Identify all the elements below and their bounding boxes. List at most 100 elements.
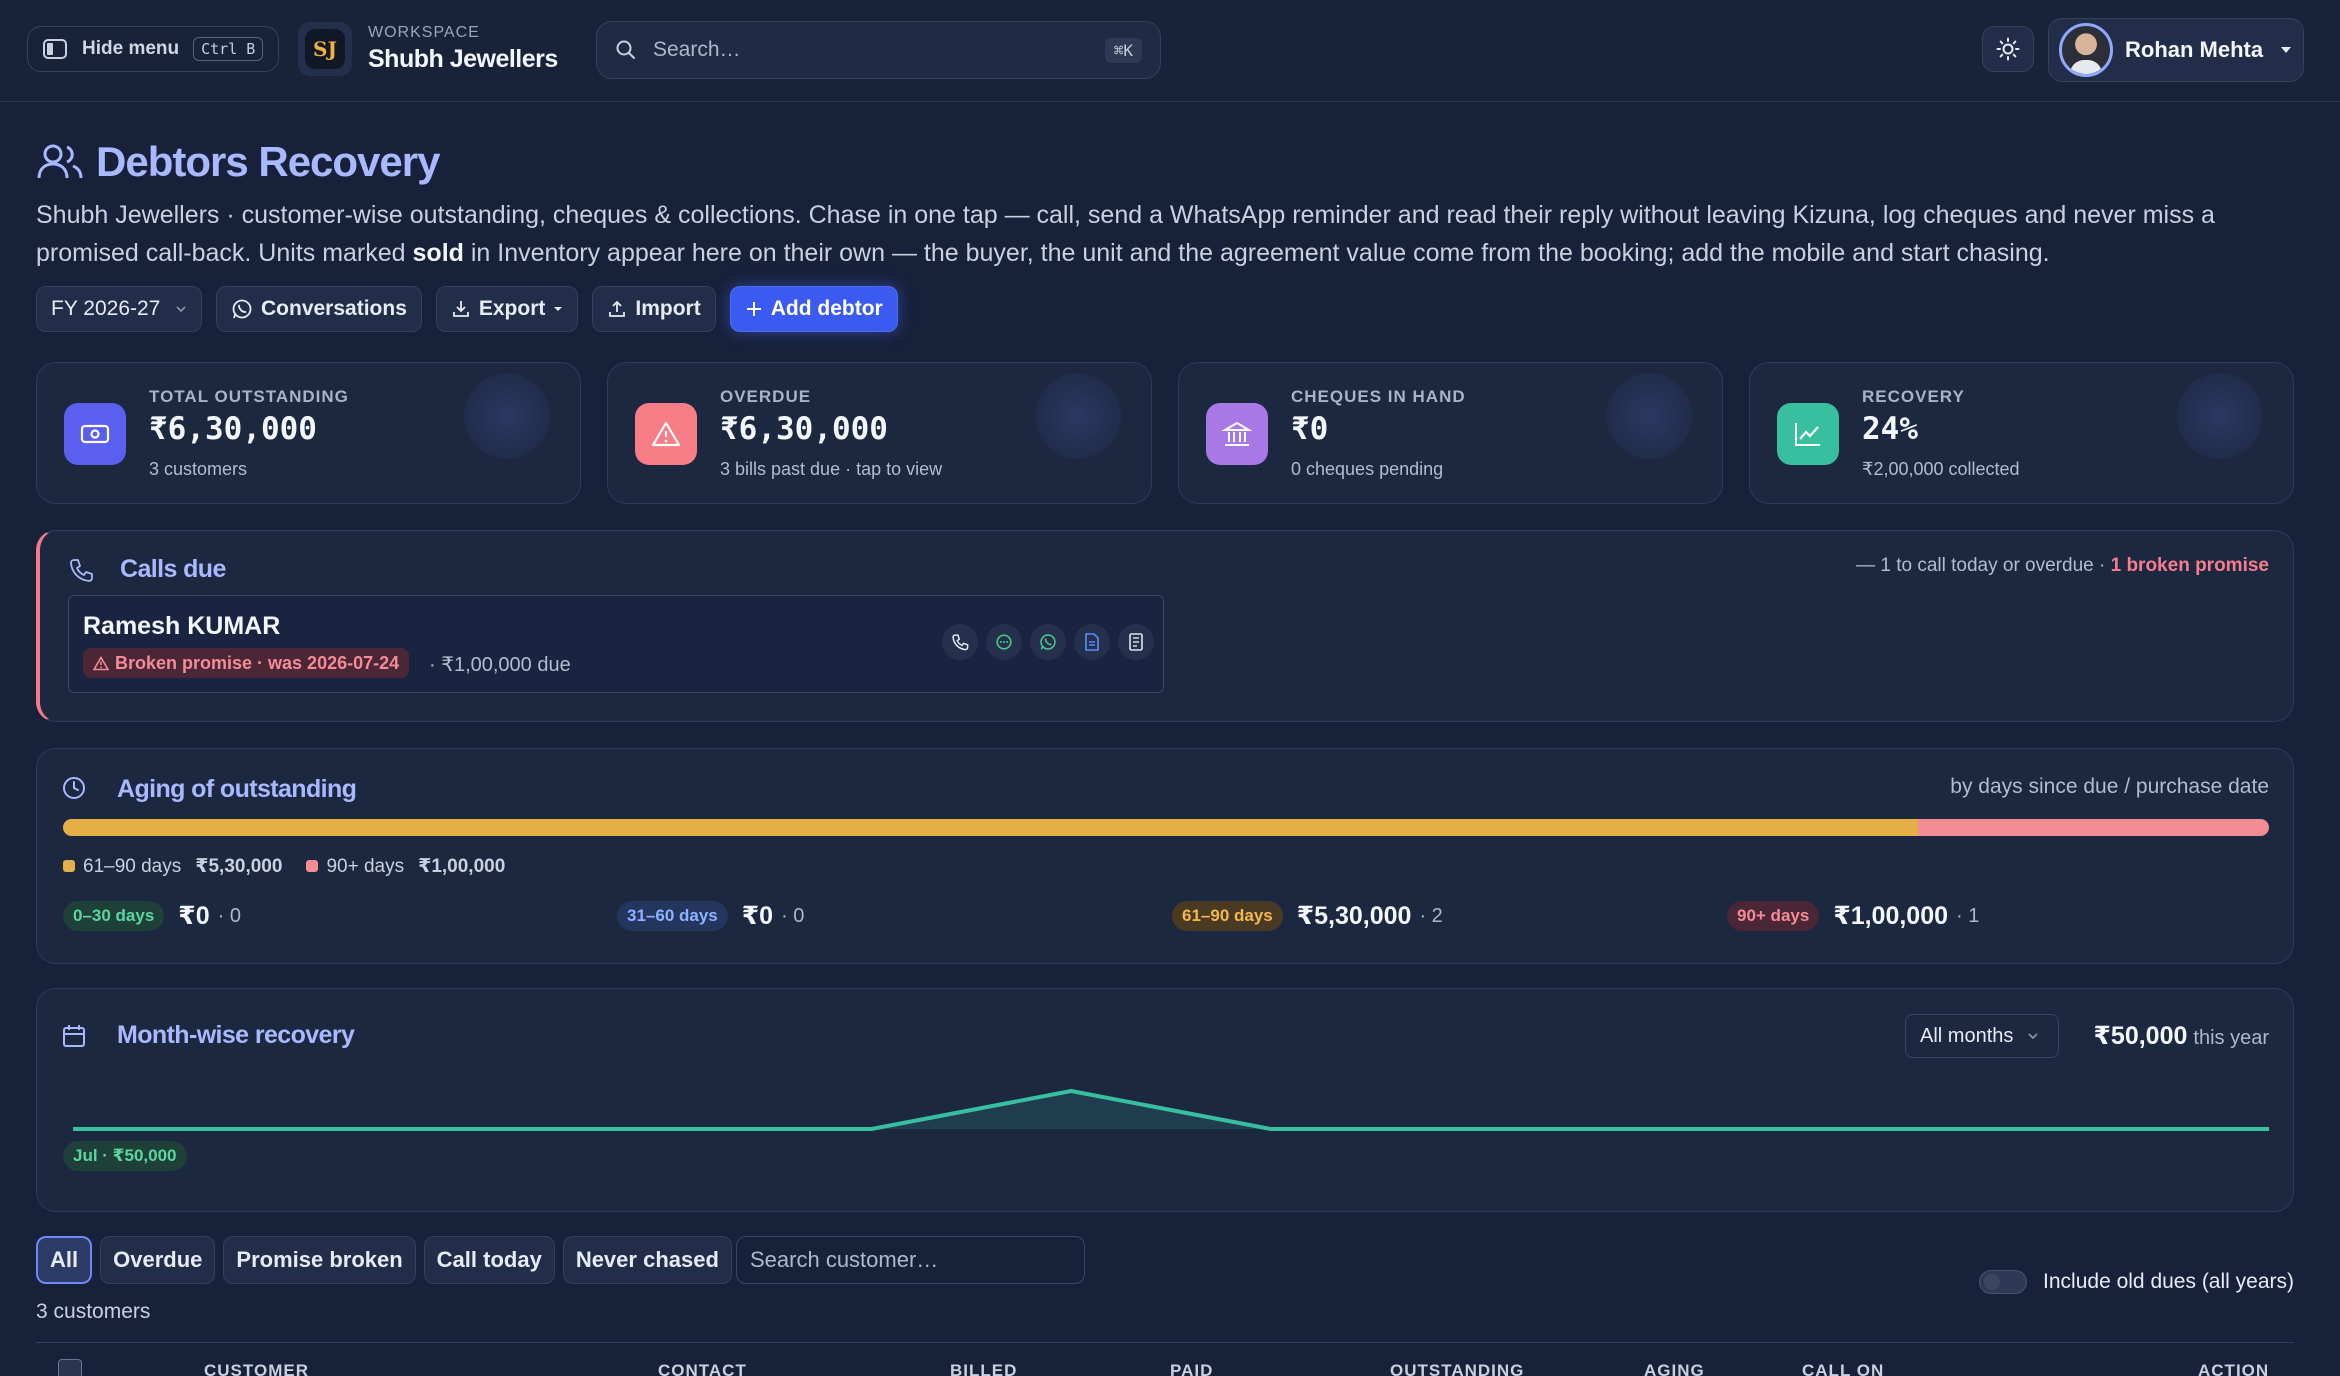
stat-label: TOTAL OUTSTANDING	[149, 387, 349, 406]
ledger-button[interactable]	[1118, 624, 1154, 660]
plus-icon	[746, 302, 761, 316]
include-old-dues[interactable]: Include old dues (all years)	[1979, 1270, 2294, 1294]
sms-button[interactable]	[986, 624, 1022, 660]
month-recovery-title: Month-wise recovery	[117, 1021, 355, 1049]
aging-bucket-0-30[interactable]: 0–30 days ₹0 · 0	[63, 901, 241, 931]
filter-call-today[interactable]: Call today	[423, 1236, 555, 1284]
card-glow	[464, 373, 550, 459]
search-shortcut: ⌘K	[1104, 37, 1142, 63]
stat-card-cheques-in-hand[interactable]: CHEQUES IN HAND ₹0 0 cheques pending	[1178, 362, 1723, 504]
trend-icon	[1777, 403, 1839, 465]
global-search[interactable]: Search… ⌘K	[596, 21, 1161, 79]
legend-amount: ₹1,00,000	[418, 856, 506, 877]
chevron-down-icon	[2028, 1033, 2038, 1040]
page-title-row: Debtors Recovery	[36, 138, 440, 186]
search-placeholder: Search…	[653, 38, 741, 61]
hide-menu-button[interactable]: Hide menu Ctrl B	[27, 26, 279, 72]
whatsapp-icon	[1040, 634, 1056, 650]
aging-bucket-61-90[interactable]: 61–90 days ₹5,30,000 · 2	[1172, 901, 1443, 931]
debtor-due-amount: · ₹1,00,000 due	[429, 654, 571, 676]
card-glow	[1035, 373, 1121, 459]
avatar	[2059, 23, 2113, 77]
column-billed[interactable]: BILLED	[950, 1361, 1017, 1376]
whatsapp-button[interactable]	[1030, 624, 1066, 660]
broken-promise-count[interactable]: 1 broken promise	[2111, 555, 2269, 576]
stat-card-total-outstanding[interactable]: TOTAL OUTSTANDING ₹6,30,000 3 customers	[36, 362, 581, 504]
column-paid[interactable]: PAID	[1170, 1361, 1213, 1376]
call-button[interactable]	[942, 624, 978, 660]
column-aging[interactable]: AGING	[1644, 1361, 1705, 1376]
export-button[interactable]: Export	[435, 286, 579, 332]
column-outstanding[interactable]: OUTSTANDING	[1390, 1361, 1524, 1376]
month-total-amount: ₹50,000	[2093, 1022, 2188, 1050]
customer-search-input[interactable]: Search customer…	[736, 1236, 1085, 1284]
fy-select-value: FY 2026-27	[51, 297, 161, 320]
aging-bucket-31-60[interactable]: 31–60 days ₹0 · 0	[617, 901, 804, 931]
month-recovery-panel: Month-wise recovery All months ₹50,000 th…	[36, 988, 2294, 1212]
stat-subtext: 0 cheques pending	[1291, 459, 1444, 479]
select-all-checkbox[interactable]	[58, 1359, 82, 1376]
debtor-quick-actions	[942, 624, 1154, 660]
month-recovery-total: ₹50,000 this year	[2094, 1021, 2269, 1051]
month-filter-select[interactable]: All months	[1905, 1014, 2059, 1058]
conversations-label: Conversations	[261, 297, 407, 320]
calls-due-panel: Calls due — 1 to call today or overdue ·…	[36, 530, 2294, 722]
legend-swatch	[63, 860, 75, 872]
top-bar: Hide menu Ctrl B SJ WORKSPACE Shubh Jewe…	[0, 0, 2340, 102]
upload-icon	[609, 300, 626, 317]
hide-menu-shortcut: Ctrl B	[193, 37, 264, 61]
filter-overdue[interactable]: Overdue	[100, 1236, 216, 1284]
aging-legend: 61–90 days ₹5,30,000 90+ days ₹1,00,000	[63, 855, 505, 878]
hide-menu-label: Hide menu	[82, 38, 180, 59]
legend-amount: ₹5,30,000	[195, 856, 283, 877]
month-recovery-sparkline	[73, 1089, 2269, 1131]
stat-card-recovery[interactable]: RECOVERY 24% ₹2,00,000 collected	[1749, 362, 2294, 504]
calls-due-summary: — 1 to call today or overdue · 1 broken …	[1856, 555, 2269, 577]
add-debtor-button[interactable]: Add debtor	[729, 286, 898, 332]
column-customer[interactable]: CUSTOMER	[204, 1361, 309, 1376]
old-dues-toggle[interactable]	[1979, 1270, 2028, 1294]
user-menu-button[interactable]: Rohan Mehta	[2048, 18, 2304, 82]
bucket-amount: ₹1,00,000	[1833, 902, 1949, 930]
calls-due-title: Calls due	[120, 555, 226, 583]
warning-icon	[93, 655, 109, 670]
bucket-count: · 2	[1419, 904, 1443, 927]
caret-down-icon	[2281, 47, 2291, 53]
stat-value: 24%	[1862, 411, 1918, 447]
action-bar: FY 2026-27 Conversations Export Import A…	[36, 286, 898, 332]
phone-icon	[70, 559, 93, 582]
stat-card-overdue[interactable]: OVERDUE ₹6,30,000 3 bills past due · tap…	[607, 362, 1152, 504]
stat-value: ₹6,30,000	[720, 411, 888, 447]
statement-button[interactable]	[1074, 624, 1110, 660]
aging-title: Aging of outstanding	[117, 775, 357, 803]
bucket-pill: 90+ days	[1727, 901, 1820, 931]
column-contact[interactable]: CONTACT	[658, 1361, 747, 1376]
bucket-count: · 1	[1956, 904, 1980, 927]
month-peak-tag: Jul · ₹50,000	[63, 1141, 187, 1171]
workspace-logo[interactable]: SJ	[298, 22, 352, 76]
old-dues-label: Include old dues (all years)	[2043, 1270, 2294, 1293]
bucket-pill: 0–30 days	[63, 901, 165, 931]
column-action: ACTION	[2198, 1361, 2270, 1376]
page-description-emphasis: sold	[412, 239, 464, 267]
workspace-name[interactable]: Shubh Jewellers	[368, 45, 558, 74]
theme-toggle-button[interactable]	[1982, 26, 2034, 72]
message-icon	[996, 634, 1012, 650]
warning-icon	[635, 403, 697, 465]
broken-promise-text: Broken promise · was 2026-07-24	[115, 652, 400, 673]
aging-stacked-bar	[63, 819, 2269, 836]
conversations-button[interactable]: Conversations	[216, 286, 422, 332]
filter-never-chased[interactable]: Never chased	[562, 1236, 732, 1284]
debtor-name[interactable]: Ramesh KUMAR	[83, 612, 280, 641]
debtor-filter-chips: All Overdue Promise broken Call today Ne…	[36, 1236, 732, 1284]
fy-select[interactable]: FY 2026-27	[36, 286, 202, 332]
column-call-on[interactable]: CALL ON	[1802, 1361, 1884, 1376]
page-description: Shubh Jewellers · customer-wise outstand…	[36, 196, 2296, 272]
aging-bucket-90-plus[interactable]: 90+ days ₹1,00,000 · 1	[1727, 901, 1979, 931]
debtor-call-card[interactable]: Ramesh KUMAR Broken promise · was 2026-0…	[68, 595, 1164, 693]
filter-promise-broken[interactable]: Promise broken	[223, 1236, 416, 1284]
filter-all[interactable]: All	[36, 1236, 93, 1284]
bucket-count: · 0	[217, 904, 241, 927]
import-button[interactable]: Import	[592, 286, 716, 332]
page-title: Debtors Recovery	[96, 138, 440, 185]
